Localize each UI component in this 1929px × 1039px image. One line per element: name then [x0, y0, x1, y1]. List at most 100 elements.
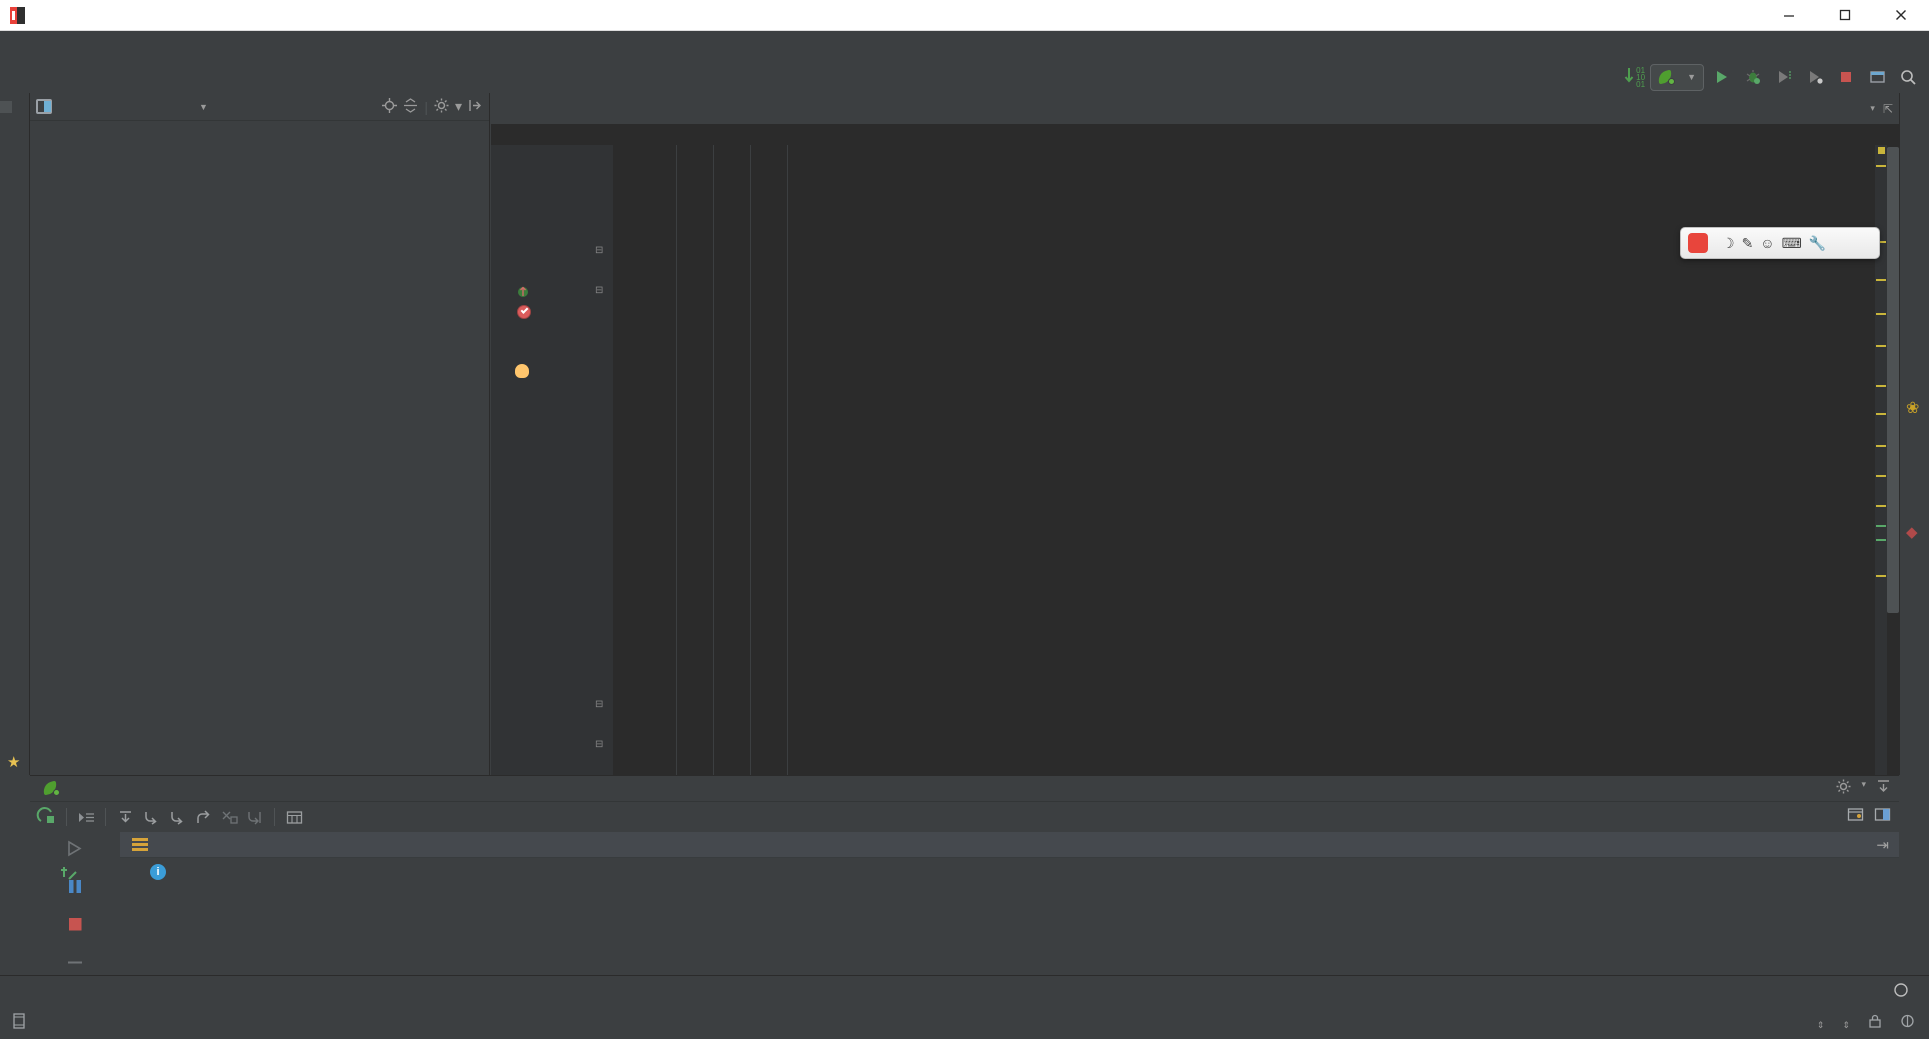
- chevron-down-icon[interactable]: ▼: [199, 102, 208, 112]
- variables-icon: [132, 838, 148, 851]
- restore-layout-icon[interactable]: [1874, 807, 1891, 827]
- code-breadcrumbs: [491, 124, 1899, 145]
- chevron-down-icon[interactable]: ▾: [455, 98, 462, 115]
- add-watch-icon[interactable]: [60, 864, 81, 890]
- override-marker-icon[interactable]: [517, 285, 530, 298]
- voice-icon[interactable]: ✎: [1742, 235, 1754, 252]
- emoji-icon[interactable]: ☺: [1760, 235, 1774, 251]
- breakpoint-icon[interactable]: [517, 305, 531, 319]
- chevron-down-icon[interactable]: ▾: [1870, 103, 1875, 114]
- right-tool-window-strip: ❀ ◆: [1899, 93, 1929, 775]
- favorites-star-icon: ★: [7, 754, 21, 771]
- title-bar: [0, 0, 1929, 31]
- moon-icon[interactable]: ☽: [1722, 235, 1735, 252]
- debug-panel-actions: ▾: [1836, 779, 1899, 798]
- project-tool-window: ▼ | ▾: [30, 93, 490, 775]
- editor-tab-bar: ▾ ⇱: [491, 93, 1899, 124]
- settings-icon[interactable]: [1847, 807, 1864, 827]
- editor-tabs-actions: ▾ ⇱: [1870, 93, 1899, 124]
- sogou-ime-icon[interactable]: [1688, 233, 1708, 253]
- sidebar-item-database[interactable]: [1900, 101, 1912, 113]
- collapse-all-icon[interactable]: [403, 97, 418, 116]
- fold-marker-icon[interactable]: ⊟: [595, 245, 603, 256]
- window-controls: [1761, 0, 1929, 31]
- ime-toolbar[interactable]: ☽ ✎ ☺ ⌨ 🔧: [1680, 227, 1880, 259]
- gear-icon[interactable]: [434, 98, 449, 116]
- search-icon[interactable]: [1895, 64, 1921, 90]
- run-button[interactable]: [1709, 64, 1735, 90]
- sidebar-item-structure[interactable]: [0, 211, 12, 223]
- inspection-status-icon[interactable]: [1878, 147, 1885, 154]
- resume-program-icon[interactable]: [66, 840, 84, 862]
- status-bar-right: ⇕ ⇕: [1799, 1013, 1929, 1033]
- variables-header[interactable]: ⇥: [120, 832, 1899, 858]
- close-icon[interactable]: [1873, 0, 1929, 31]
- minimize-icon[interactable]: [1761, 0, 1817, 31]
- event-log-icon: [1893, 982, 1909, 1002]
- project-tree[interactable]: [30, 121, 489, 771]
- hide-panel-icon[interactable]: [1876, 779, 1891, 798]
- hide-panel-icon[interactable]: [468, 98, 483, 116]
- toolbar-right: 01 10 01 ▼: [1624, 63, 1929, 91]
- debug-tool-window: ▾ ⇥ i: [30, 775, 1899, 1039]
- variables-body: i: [61, 858, 1899, 975]
- sidebar-item-project[interactable]: [0, 101, 12, 113]
- debug-toolbar: [30, 801, 1899, 832]
- fold-marker-icon[interactable]: ⊟: [595, 699, 603, 710]
- file-encoding[interactable]: ⇕: [1842, 1015, 1850, 1032]
- restore-layout-icon[interactable]: ⇥: [1876, 836, 1899, 854]
- debug-panel-header: ▾: [30, 776, 1899, 801]
- keyboard-icon[interactable]: ⌨: [1782, 235, 1802, 252]
- cdi-icon: ◆: [1906, 524, 1918, 541]
- hide-editor-icon[interactable]: ⇱: [1883, 102, 1893, 116]
- intention-bulb-icon[interactable]: [515, 364, 529, 378]
- project-panel-header: ▼ | ▾: [30, 93, 489, 121]
- menu-bar: [0, 31, 1929, 61]
- fold-marker-icon[interactable]: ⊟: [595, 285, 603, 296]
- project-panel-actions: | ▾: [382, 97, 483, 116]
- sidebar-item-favorites[interactable]: [0, 633, 12, 645]
- line-separator[interactable]: ⇕: [1817, 1015, 1825, 1032]
- drop-frame-icon[interactable]: [216, 805, 242, 829]
- wrench-icon[interactable]: 🔧: [1809, 235, 1826, 252]
- lock-icon[interactable]: [1868, 1013, 1882, 1033]
- spring-leaf-icon: [41, 780, 60, 796]
- intellij-idea-window: 01 10 01 ▼ ★ ❀ ◆ ▼ | ▾ ▾ ⇱ ⊟ ⊟ ⊟ ⊟ ☽ ✎ ☺…: [0, 0, 1929, 1039]
- run-configuration-selector[interactable]: ▼: [1650, 63, 1704, 91]
- stop-button[interactable]: [1833, 64, 1859, 90]
- run-to-cursor-icon[interactable]: [242, 805, 268, 829]
- sidebar-item-cdi[interactable]: [1900, 541, 1912, 553]
- step-out-icon[interactable]: [190, 805, 216, 829]
- variables-message-row: i: [120, 858, 1899, 880]
- evaluate-expression-icon[interactable]: [281, 805, 307, 829]
- project-icon: [36, 99, 52, 114]
- status-bar: ⇕ ⇕: [0, 1007, 1929, 1039]
- memory-indicator-icon[interactable]: [12, 1013, 26, 1033]
- sidebar-item-ant-build[interactable]: [1900, 598, 1912, 610]
- step-into-icon[interactable]: [138, 805, 164, 829]
- gear-icon[interactable]: [1836, 779, 1851, 798]
- chevron-down-icon[interactable]: ▾: [1861, 779, 1866, 798]
- editor-area: ▾ ⇱ ⊟ ⊟ ⊟ ⊟: [491, 93, 1899, 775]
- mute-breakpoints-icon[interactable]: [66, 954, 84, 976]
- event-log-button[interactable]: [1893, 982, 1929, 1002]
- fold-marker-icon[interactable]: ⊟: [595, 739, 603, 750]
- editor-gutter[interactable]: [491, 145, 613, 775]
- debug-toolbar-right: [1847, 807, 1899, 827]
- build-button[interactable]: [1864, 64, 1890, 90]
- force-step-into-icon[interactable]: [164, 805, 190, 829]
- stop-program-icon[interactable]: [66, 916, 84, 938]
- debug-button[interactable]: [1740, 64, 1766, 90]
- editor-scrollbar[interactable]: [1887, 147, 1899, 613]
- maximize-icon[interactable]: [1817, 0, 1873, 31]
- run-with-coverage-button[interactable]: [1771, 64, 1797, 90]
- chevron-down-icon: ▼: [1687, 72, 1696, 82]
- update-badge-digits: 01 10 01: [1636, 65, 1646, 89]
- locate-icon[interactable]: [382, 97, 398, 116]
- update-available-icon[interactable]: 01 10 01: [1624, 65, 1646, 89]
- inspection-level-icon[interactable]: [1900, 1013, 1915, 1033]
- profile-button[interactable]: [1802, 64, 1828, 90]
- rerun-icon[interactable]: [36, 807, 55, 831]
- sidebar-item-maven-projects[interactable]: [1900, 198, 1912, 210]
- sidebar-item-bean-validation[interactable]: [1900, 415, 1912, 427]
